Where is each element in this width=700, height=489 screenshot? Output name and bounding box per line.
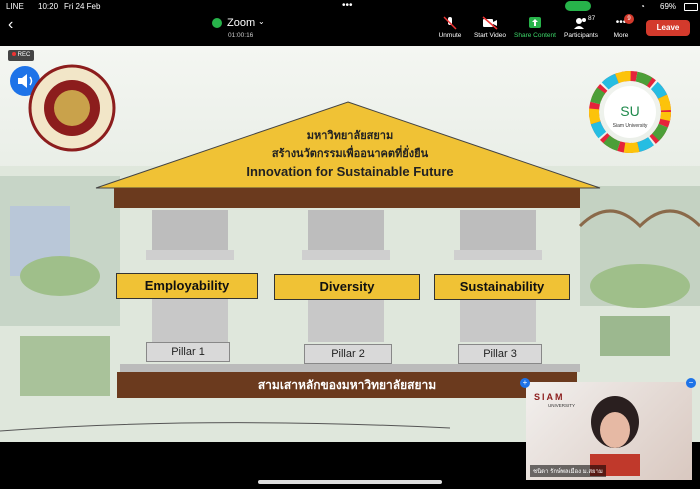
share-content-button[interactable]: Share Content bbox=[510, 16, 560, 39]
participant-name: ชนิดา รักษ์พลเมือง ม.สยาม bbox=[530, 465, 606, 477]
zoom-header: ‹ Zoom ⌄ 01:00:16 Unmute Start Video Sha… bbox=[0, 14, 700, 44]
minimize-minus-icon[interactable]: − bbox=[686, 378, 696, 388]
more-label: More bbox=[613, 32, 629, 39]
theme-sustainability: Sustainability bbox=[434, 274, 570, 300]
call-indicator-icon bbox=[565, 1, 591, 11]
slide-subtitle-thai: สร้างนวัตกรรมเพื่ออนาคตที่ยั่งยืน bbox=[271, 148, 429, 160]
pillar-3-label: Pillar 3 bbox=[458, 344, 542, 364]
wifi-icon: ◔ bbox=[640, 2, 645, 11]
share-content-label: Share Content bbox=[514, 32, 556, 39]
video-off-icon bbox=[482, 16, 498, 30]
pillar-2-label: Pillar 2 bbox=[304, 344, 392, 364]
share-arrow-icon bbox=[529, 17, 541, 28]
expand-plus-icon[interactable]: + bbox=[520, 378, 530, 388]
participants-label: Participants bbox=[564, 32, 598, 39]
more-dots-icon: ••• bbox=[342, 0, 353, 11]
participants-icon bbox=[574, 18, 586, 29]
pillar-1-label: Pillar 1 bbox=[146, 342, 230, 362]
meeting-timer: 01:00:16 bbox=[228, 32, 254, 39]
start-video-label: Start Video bbox=[473, 32, 507, 39]
participant-count: 87 bbox=[588, 15, 596, 22]
muted-mic-icon bbox=[443, 16, 457, 30]
date: Fri 24 Feb bbox=[64, 2, 101, 11]
clock: 10:20 bbox=[38, 2, 59, 11]
unmute-label: Unmute bbox=[438, 32, 462, 39]
carrier-label: LINE bbox=[6, 2, 24, 11]
leave-button[interactable]: Leave bbox=[646, 20, 690, 36]
encryption-shield-icon bbox=[212, 18, 222, 28]
battery-label: 69% bbox=[660, 2, 677, 11]
slide-base-caption: สามเสาหลักของมหาวิทยาลัยสยาม bbox=[117, 372, 577, 398]
chevron-down-icon[interactable]: ⌄ bbox=[258, 17, 265, 26]
slide-title-english: Innovation for Sustainable Future bbox=[246, 164, 454, 179]
more-button[interactable]: ••• 9 More bbox=[596, 14, 646, 39]
home-indicator[interactable] bbox=[258, 480, 442, 484]
start-video-button[interactable]: Start Video bbox=[465, 16, 515, 39]
theme-employability: Employability bbox=[116, 273, 258, 299]
back-chevron-icon[interactable]: ‹ bbox=[8, 16, 13, 34]
video-logo: SIAM bbox=[534, 392, 565, 402]
participant-avatar bbox=[590, 396, 640, 476]
video-logo-sub: UNIVERSITY bbox=[548, 403, 576, 408]
self-video-tile[interactable]: SIAM UNIVERSITY ชนิดา รักษ์พลเมือง ม.สยา… bbox=[526, 382, 692, 480]
slide-title-thai: มหาวิทยาลัยสยาม bbox=[306, 130, 394, 142]
battery-icon bbox=[684, 3, 698, 11]
theme-diversity: Diversity bbox=[274, 274, 420, 300]
meeting-app-name[interactable]: Zoom bbox=[227, 17, 255, 29]
more-badge: 9 bbox=[624, 14, 634, 24]
ios-status-bar: LINE 10:20 Fri 24 Feb ••• ◔ 69% bbox=[0, 0, 700, 14]
